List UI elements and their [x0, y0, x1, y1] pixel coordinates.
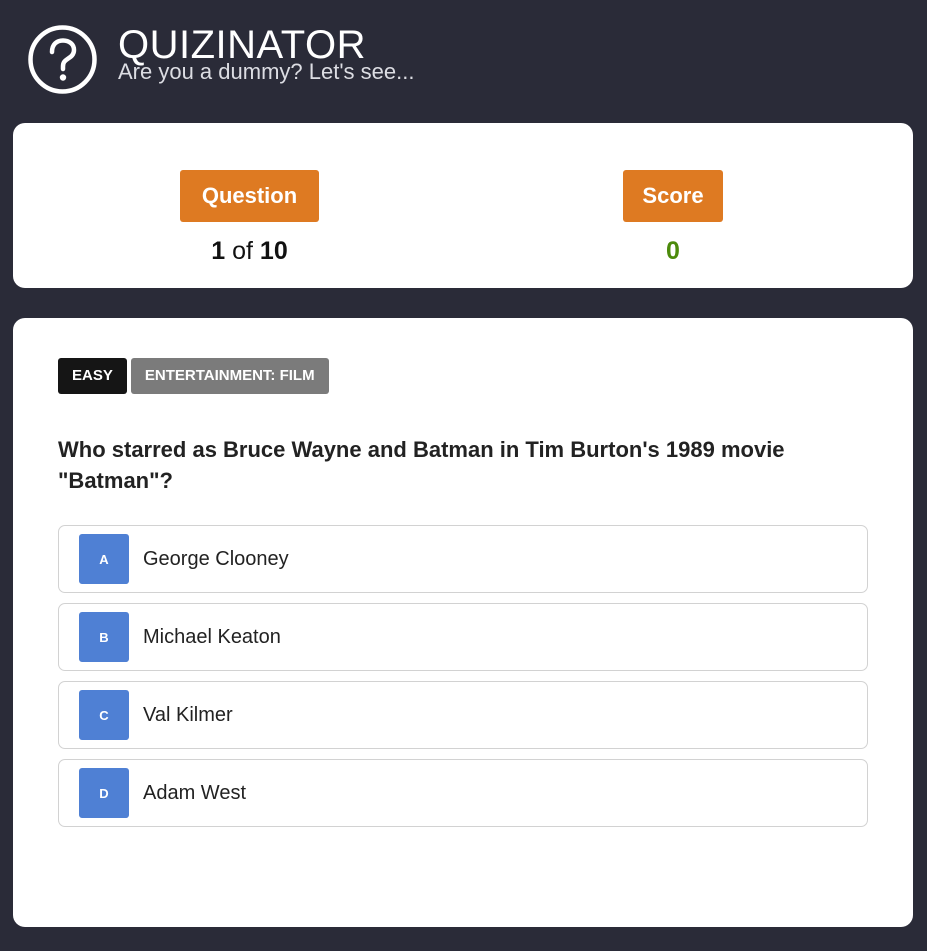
- quiz-card: EASY ENTERTAINMENT: FILM Who starred as …: [13, 318, 913, 927]
- question-progress: 1 of 10: [180, 236, 319, 266]
- stats-card: Question 1 of 10 Score 0: [13, 123, 913, 288]
- question-text: Who starred as Bruce Wayne and Batman in…: [58, 437, 785, 493]
- question-label: Question: [180, 170, 319, 222]
- question-total: 10: [259, 237, 288, 265]
- app-header: QUIZINATOR Are you a dummy? Let's see...: [27, 23, 414, 95]
- answer-option-b[interactable]: B Michael Keaton: [58, 603, 868, 671]
- difficulty-badge: EASY: [58, 358, 127, 394]
- question-counter: Question 1 of 10: [180, 170, 319, 266]
- answer-option-d[interactable]: D Adam West: [58, 759, 868, 827]
- answer-text: Val Kilmer: [143, 703, 233, 726]
- app-subtitle: Are you a dummy? Let's see...: [118, 58, 415, 84]
- answer-letter-badge: B: [79, 612, 129, 662]
- question-tags: EASY ENTERTAINMENT: FILM: [58, 358, 333, 394]
- question-of-text: of: [232, 237, 253, 265]
- answer-text: George Clooney: [143, 547, 289, 570]
- answer-text: Adam West: [143, 781, 246, 804]
- score-value: 0: [666, 237, 680, 265]
- category-badge: ENTERTAINMENT: FILM: [130, 358, 329, 394]
- question-circle-icon: [28, 24, 97, 94]
- score-counter: Score 0: [623, 170, 723, 266]
- score-label: Score: [623, 170, 723, 222]
- header-titles: QUIZINATOR Are you a dummy? Let's see...: [118, 23, 414, 84]
- answer-letter-badge: A: [79, 534, 129, 584]
- answer-text: Michael Keaton: [143, 625, 281, 648]
- answer-letter-badge: C: [79, 690, 129, 740]
- answer-option-a[interactable]: A George Clooney: [58, 525, 868, 593]
- answer-option-c[interactable]: C Val Kilmer: [58, 681, 868, 749]
- answer-list: A George Clooney B Michael Keaton C Val …: [58, 525, 868, 837]
- answer-letter-badge: D: [79, 768, 129, 818]
- question-current: 1: [211, 237, 226, 265]
